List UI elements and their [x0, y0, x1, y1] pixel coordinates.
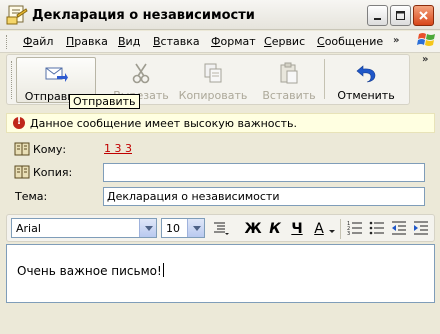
italic-button[interactable]: К	[267, 219, 283, 239]
send-icon	[45, 67, 68, 82]
minimize-button[interactable]	[367, 5, 388, 26]
text-caret	[162, 263, 164, 277]
menu-message[interactable]: Сообщение	[317, 35, 383, 48]
formatting-toolbar: Arial 10 Ж К Ч А 1 2 3	[6, 214, 435, 242]
increase-indent-icon[interactable]	[413, 220, 429, 236]
menu-edit[interactable]: Правка	[66, 35, 108, 48]
message-envelope-icon	[6, 5, 28, 25]
paste-icon	[280, 62, 298, 84]
menu-file[interactable]: Файл	[23, 35, 53, 48]
copy-icon	[204, 63, 222, 83]
font-size-select[interactable]: 10	[161, 218, 205, 238]
minimize-icon	[374, 18, 381, 20]
menu-tools[interactable]: Сервис	[264, 35, 305, 48]
menu-format[interactable]: Формат	[211, 35, 256, 48]
maximize-icon	[396, 11, 405, 20]
format-separator	[340, 219, 341, 239]
menu-insert[interactable]: Вставка	[153, 35, 200, 48]
to-field[interactable]: 1 3 3	[103, 140, 425, 159]
address-book-icon	[14, 165, 30, 179]
importance-infobar: Данное сообщение имеет высокую важность.	[6, 113, 435, 133]
close-button[interactable]	[413, 5, 434, 26]
importance-text: Данное сообщение имеет высокую важность.	[30, 117, 297, 130]
toolbar-separator	[324, 59, 325, 99]
menu-grip[interactable]	[6, 35, 9, 49]
menu-view[interactable]: Вид	[118, 35, 140, 48]
paste-button[interactable]: Вставить	[257, 57, 321, 103]
high-importance-icon	[13, 116, 25, 129]
svg-text:3: 3	[347, 231, 350, 236]
chevron-down-icon[interactable]	[187, 219, 204, 237]
to-address-book-button[interactable]: Кому:	[14, 139, 66, 159]
send-tooltip: Отправить	[69, 94, 140, 109]
font-name-select[interactable]: Arial	[11, 218, 157, 238]
numbered-list-icon[interactable]: 1 2 3	[347, 220, 363, 236]
bulleted-list-icon[interactable]	[369, 220, 385, 236]
toolbar-grip[interactable]	[11, 61, 14, 99]
message-window: Декларация о независимости Файл Правка В…	[0, 0, 440, 334]
copy-button[interactable]: Копировать	[177, 57, 249, 103]
windows-logo-icon	[417, 33, 435, 46]
message-body-text: Очень важное письмо!	[17, 263, 164, 278]
paragraph-style-icon[interactable]	[213, 220, 229, 236]
menu-bar: Файл Правка Вид Вставка Формат Сервис Со…	[0, 31, 440, 53]
close-icon	[419, 11, 428, 20]
cc-field[interactable]	[103, 163, 425, 182]
undo-button[interactable]: Отменить	[333, 57, 399, 103]
window-title: Декларация о независимости	[32, 8, 255, 23]
undo-icon	[356, 65, 376, 83]
scissors-icon	[132, 63, 150, 84]
font-color-button[interactable]: А	[311, 219, 327, 239]
standard-toolbar: Отправить Вырезать Копировать Вставить О…	[6, 54, 410, 105]
maximize-button[interactable]	[390, 5, 411, 26]
cc-address-book-button[interactable]: Копия:	[14, 162, 72, 182]
title-bar[interactable]: Декларация о независимости	[0, 0, 440, 30]
menu-overflow-chevron-icon[interactable]: »	[393, 35, 399, 46]
subject-label: Тема:	[15, 190, 48, 203]
chevron-down-icon[interactable]	[139, 219, 156, 237]
chevron-down-icon[interactable]	[328, 220, 336, 236]
toolbar-overflow-chevron-icon[interactable]: »	[422, 54, 428, 65]
decrease-indent-icon[interactable]	[391, 220, 407, 236]
bold-button[interactable]: Ж	[244, 219, 261, 239]
message-body[interactable]: Очень важное письмо!	[6, 244, 435, 303]
underline-button[interactable]: Ч	[289, 219, 305, 239]
subject-field[interactable]: Декларация о независимости	[103, 187, 425, 206]
address-book-icon	[14, 142, 30, 156]
